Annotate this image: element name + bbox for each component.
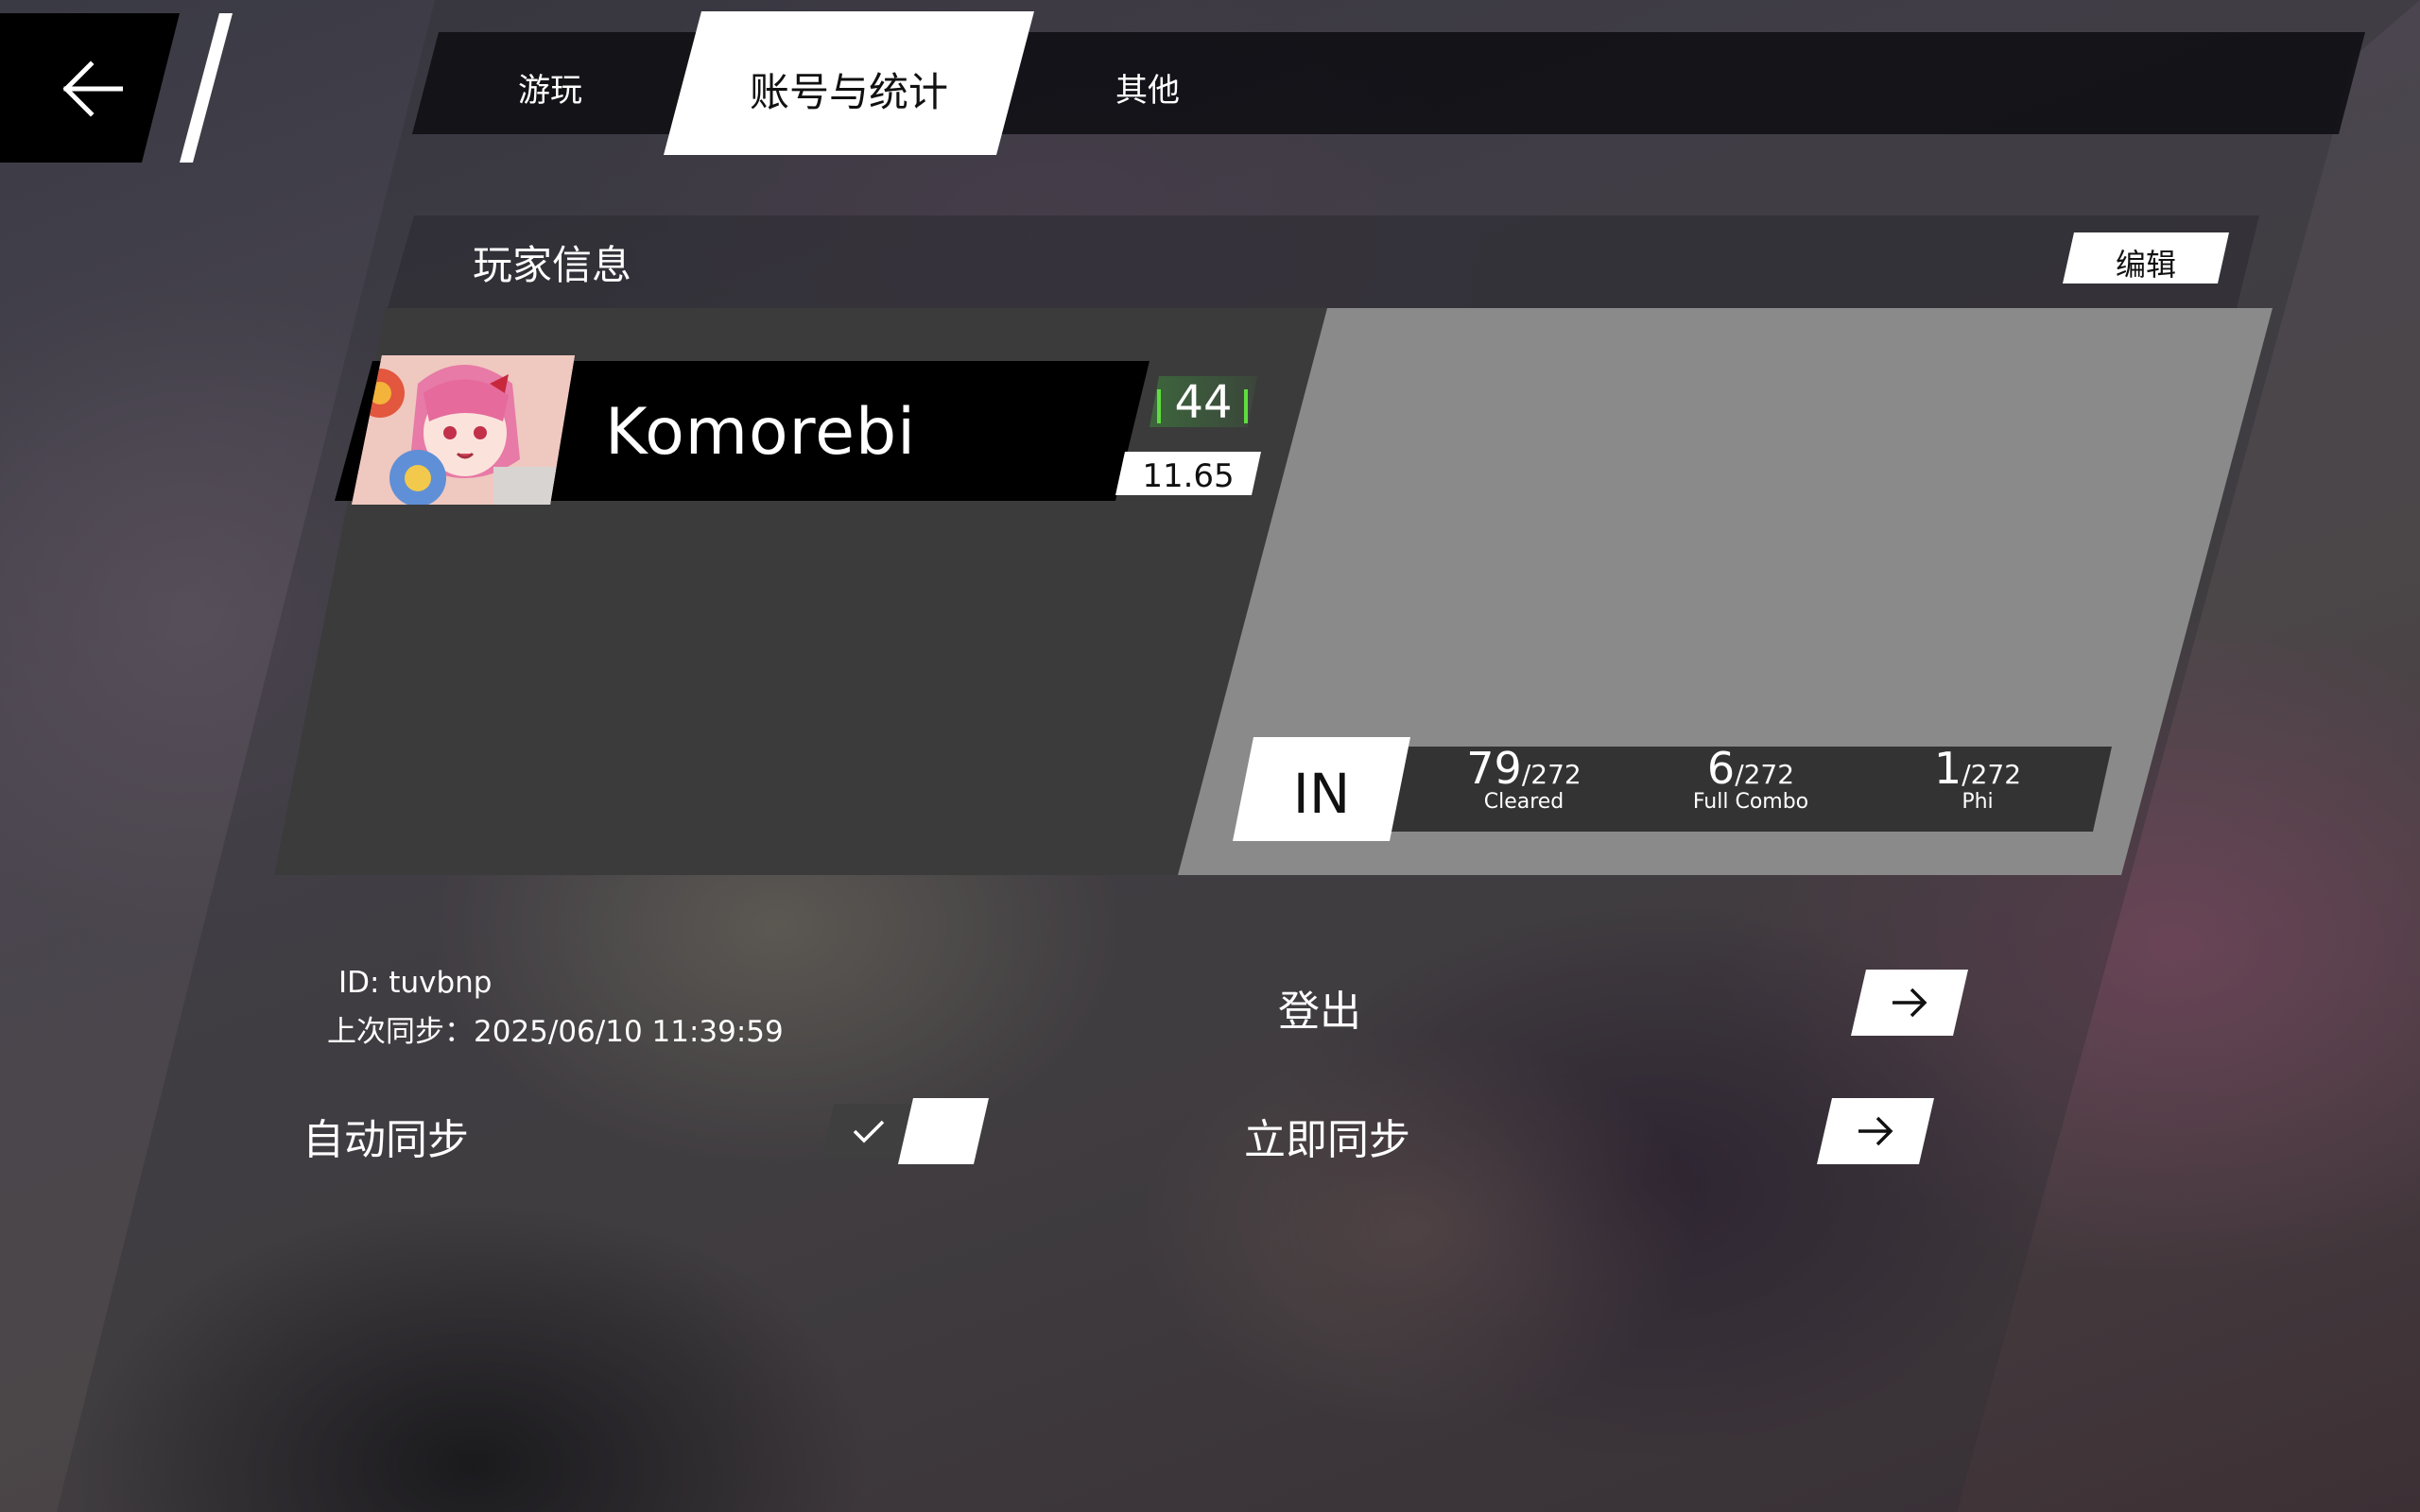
stat-total: /272 [1735, 759, 1795, 790]
auto-sync-toggle[interactable] [898, 1098, 989, 1164]
checkmark-icon [853, 1120, 885, 1143]
back-button-stripe [180, 13, 233, 163]
difficulty-selector[interactable]: IN [1233, 737, 1410, 841]
player-name: Komorebi [605, 395, 917, 470]
stat-label: Full Combo [1692, 790, 1809, 814]
tab-account-stats[interactable]: 账号与统计 [664, 11, 1034, 155]
logout-label: 登出 [1278, 988, 1361, 1036]
section-title: 玩家信息 [473, 242, 632, 288]
edit-button-label: 编辑 [2115, 247, 2176, 283]
stat-cleared: 79/272 Cleared [1410, 743, 1637, 814]
sync-now-label: 立即同步 [1244, 1116, 1410, 1164]
stat-total: /272 [1521, 759, 1582, 790]
stat-value: 6 [1706, 743, 1736, 794]
stat-value: 79 [1466, 743, 1522, 794]
rks-value: 11.65 [1142, 457, 1235, 495]
tab-other[interactable]: 其他 [1115, 64, 1180, 111]
last-sync-time: 上次同步：2025/06/10 11:39:59 [327, 1015, 784, 1049]
arrow-right-icon [1893, 988, 1927, 1018]
avatar[interactable] [352, 355, 575, 505]
player-level: 44 [1174, 376, 1233, 429]
stat-total: /272 [1962, 759, 2022, 790]
auto-sync-label: 自动同步 [302, 1116, 469, 1164]
edit-button[interactable]: 编辑 [2063, 232, 2229, 284]
player-level-badge: 44 [1150, 376, 1257, 427]
back-button[interactable] [0, 13, 180, 163]
level-bar-right [1244, 389, 1248, 423]
stat-value: 1 [1933, 743, 1962, 794]
stat-label: Phi [1962, 790, 1994, 814]
stat-label: Cleared [1483, 790, 1564, 814]
section-header [388, 215, 2259, 308]
rks-badge: 11.65 [1115, 452, 1261, 495]
sync-now-button[interactable] [1817, 1098, 1934, 1164]
account-id: ID: tuvbnp [338, 966, 493, 1000]
tab-account-stats-label: 账号与统计 [749, 69, 948, 115]
difficulty-label: IN [1292, 762, 1351, 826]
stat-phi: 1/272 Phi [1864, 743, 2091, 814]
stat-full-combo: 6/272 Full Combo [1637, 743, 1864, 814]
avatar-image [352, 355, 575, 505]
arrow-left-icon [62, 60, 123, 117]
logout-button[interactable] [1851, 970, 1968, 1036]
tab-play[interactable]: 游玩 [518, 64, 582, 111]
arrow-right-icon [1858, 1116, 1893, 1146]
